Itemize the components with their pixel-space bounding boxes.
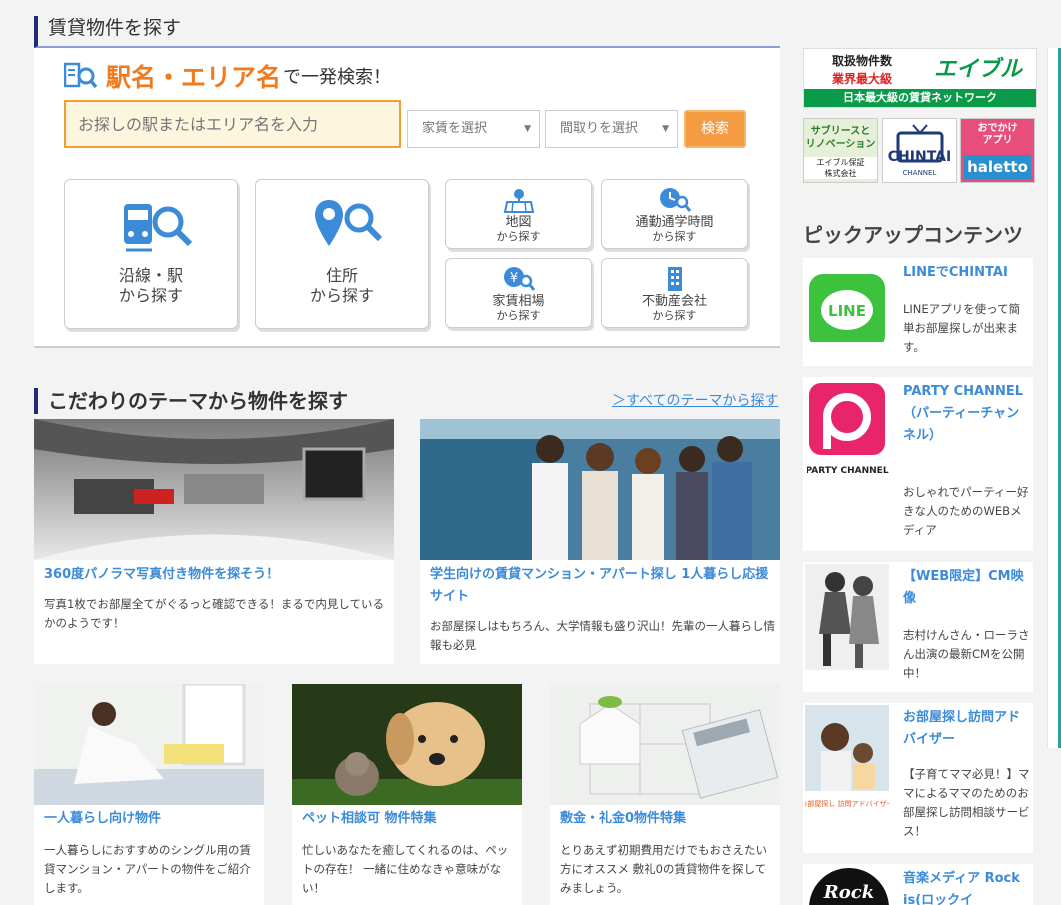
layout-select-value: 間取りを選択	[560, 121, 639, 136]
search-by-address-button[interactable]: 住所 から探す	[255, 179, 429, 329]
svg-text:¥: ¥	[510, 271, 518, 286]
pickup-party-title: PARTY CHANNEL（パーティーチャンネル）	[903, 384, 1024, 443]
able-banner[interactable]: 取扱物件数 業界最大級 エイブル 日本最大級の賃貸ネットワーク	[803, 48, 1037, 108]
search-by-rent-market-label: 家賃相場	[492, 294, 545, 309]
tagline-rest: で一発検索！	[283, 67, 392, 88]
theme-section-heading: こだわりのテーマから物件を探す	[34, 388, 348, 414]
panorama-room-image	[34, 419, 394, 560]
puppy-kitten-photo	[292, 684, 522, 805]
search-by-rent-market-button[interactable]: ¥ 家賃相場 から探す	[445, 258, 592, 328]
haletto-logo-text: haletto	[964, 155, 1031, 179]
search-section-heading: 賃貸物件を探す	[34, 16, 780, 48]
pickup-heading: ピックアップコンテンツ	[803, 223, 1023, 247]
visit-advisor-logo-text: お部屋探し 訪問アドバイザー	[805, 799, 889, 808]
pickup-cm-video[interactable]: 【WEB限定】CM映像 志村けんさん・ローラさん出演の最新CMを公開中！	[803, 562, 1033, 692]
rent-select[interactable]: 家賃を選択	[407, 110, 540, 148]
building-icon	[668, 267, 682, 291]
visit-advisor-thumb: お部屋探し 訪問アドバイザー	[805, 705, 889, 813]
rent-select-value: 家賃を選択	[422, 121, 488, 136]
theme-card-no-deposit-text: とりあえず初期費用だけでもおさえたい方にオススメ 敷礼0の賃貸物件を探してみまし…	[560, 843, 767, 895]
theme-card-student-text: お部屋探しはもちろん、大学情報も盛り沢山！先輩の一人暮らし情報も必見	[430, 619, 775, 652]
line-logo-text: LINE	[828, 302, 866, 320]
able-banner-line2: 業界最大級	[832, 72, 893, 86]
theme-card-pet-title: ペット相談可 物件特集	[302, 811, 437, 826]
page-root: 賃貸物件を探す 駅名・エリア名 で一発検索！ 家賃を選択 間取りを選択 検索 沿…	[0, 0, 1061, 905]
rock-is-logo-text: Rock	[823, 882, 874, 903]
sublease-banner[interactable]: サブリースと リノベーション エイブル保証 株式会社	[803, 118, 878, 183]
pickup-rock-is[interactable]: Rock 音楽メディア Rock is(ロックイ	[803, 864, 1033, 905]
pickup-cm-text: 志村けんさん・ローラさん出演の最新CMを公開中！	[903, 628, 1030, 680]
able-banner-line1: 取扱物件数	[832, 54, 893, 68]
haletto-banner[interactable]: おでかけ アプリ haletto	[960, 118, 1035, 183]
pickup-line-chintai[interactable]: LINE LINEでCHINTAI LINEアプリを使って簡単お部屋探しが出来ま…	[803, 258, 1033, 366]
station-search-icon	[64, 62, 98, 89]
search-tagline: 駅名・エリア名 で一発検索！	[64, 60, 391, 92]
pickup-cm-title: 【WEB限定】CM映像	[903, 569, 1024, 606]
search-by-address-label: 住所 から探す	[309, 266, 374, 305]
search-by-rent-market-sub: から探す	[496, 309, 541, 322]
single-living-photo	[34, 684, 264, 805]
search-by-agency-sub: から探す	[652, 309, 697, 322]
chintai-logo-text: CHINTAI	[887, 149, 952, 165]
able-logo: エイブル	[934, 57, 1023, 82]
theme-card-student-title: 学生向けの賃貸マンション・アパート探し 1人暮らし応援サイト	[430, 567, 769, 604]
clock-search-icon	[660, 188, 691, 212]
pickup-party-text: おしゃれでパーティー好きな人のためのWEBメディア	[903, 485, 1029, 537]
keyword-search-input[interactable]	[64, 100, 401, 148]
party-channel-logo-text: PARTY CHANNEL	[807, 466, 889, 476]
line-thumb: LINE	[807, 262, 887, 342]
search-panel: 駅名・エリア名 で一発検索！ 家賃を選択 間取りを選択 検索 沿線・駅から探す	[34, 48, 780, 348]
search-heading-text: 賃貸物件を探す	[48, 17, 182, 39]
theme-card-single[interactable]: 一人暮らし向け物件 一人暮らしにおすすめのシングル用の賃貸マンション・アパートの…	[34, 684, 264, 905]
party-channel-thumb: PARTY CHANNEL	[807, 381, 891, 491]
pickup-line-text: LINEアプリを使って簡単お部屋探しが出来ます。	[903, 302, 1021, 354]
chintai-channel-sub: CHANNEL	[902, 169, 937, 177]
theme-card-single-title: 一人暮らし向け物件	[44, 811, 162, 826]
students-photo	[420, 419, 780, 560]
search-button[interactable]: 検索	[684, 110, 746, 148]
chintai-channel-banner[interactable]: CHINTAI CHANNEL	[882, 118, 957, 183]
yen-search-icon: ¥	[504, 267, 535, 291]
theme-card-pet[interactable]: ペット相談可 物件特集 忙しいあなたを癒してくれるのは、ペットの存在！ 一緒に住…	[292, 684, 522, 905]
theme-card-single-text: 一人暮らしにおすすめのシングル用の賃貸マンション・アパートの物件をご紹介します。	[44, 843, 251, 895]
search-by-map-button[interactable]: 地図 から探す	[445, 179, 592, 249]
map-pin-search-icon	[315, 200, 383, 246]
able-banner-tagline: 日本最大級の賃貸ネットワーク	[804, 89, 1036, 107]
search-by-line-button[interactable]: 沿線・駅 から探す	[64, 179, 238, 329]
theme-card-panorama-text: 写真1枚でお部屋全てがぐるっと確認できる！まるで内見しているかのようです！	[44, 597, 385, 630]
search-by-commute-sub: から探す	[652, 230, 697, 243]
floorplan-calculator-photo	[550, 684, 780, 805]
map-icon	[503, 189, 535, 213]
search-by-agency-label: 不動産会社	[641, 294, 707, 309]
search-by-line-label: 沿線・駅 から探す	[118, 266, 183, 305]
pickup-party-channel[interactable]: PARTY CHANNEL PARTY CHANNEL（パーティーチャンネル） …	[803, 377, 1033, 551]
train-search-icon	[124, 204, 193, 252]
theme-card-no-deposit[interactable]: 敷金・礼金0物件特集 とりあえず初期費用だけでもおさえたい方にオススメ 敷礼0の…	[550, 684, 780, 905]
theme-card-panorama[interactable]: 360度パノラマ写真付き物件を探そう！ 写真1枚でお部屋全てがぐるっと確認できる…	[34, 419, 394, 664]
layout-select[interactable]: 間取りを選択	[545, 110, 678, 148]
pickup-rock-title: 音楽メディア Rock is(ロックイ	[903, 871, 1020, 905]
theme-card-pet-text: 忙しいあなたを癒してくれるのは、ペットの存在！ 一緒に住めなきゃ意味がない！	[302, 843, 509, 895]
theme-card-panorama-title: 360度パノラマ写真付き物件を探そう！	[44, 567, 280, 582]
search-by-commute-button[interactable]: 通勤通学時間 から探す	[601, 179, 748, 249]
cm-video-thumb	[805, 564, 889, 670]
rock-is-thumb: Rock	[807, 868, 891, 905]
pickup-advisor-title: お部屋探し訪問アドバイザー	[903, 710, 1021, 747]
theme-card-no-deposit-title: 敷金・礼金0物件特集	[560, 811, 687, 826]
tagline-emphasis: 駅名・エリア名	[106, 63, 282, 92]
search-by-map-sub: から探す	[496, 230, 541, 243]
pickup-advisor-text: 【子育てママ必見！】ママによるママのためのお部屋探し訪問相談サービス！	[903, 767, 1030, 838]
pickup-visit-advisor[interactable]: お部屋探し 訪問アドバイザー お部屋探し訪問アドバイザー 【子育てママ必見！】マ…	[803, 703, 1033, 853]
pickup-line-title: LINEでCHINTAI	[903, 265, 1008, 280]
theme-card-student[interactable]: 学生向けの賃貸マンション・アパート探し 1人暮らし応援サイト お部屋探しはもちろ…	[420, 419, 780, 664]
search-by-commute-label: 通勤通学時間	[635, 215, 714, 230]
search-by-agency-button[interactable]: 不動産会社 から探す	[601, 258, 748, 328]
search-by-map-label: 地図	[505, 215, 532, 230]
all-themes-link[interactable]: ＞すべてのテーマから探す	[612, 390, 778, 410]
